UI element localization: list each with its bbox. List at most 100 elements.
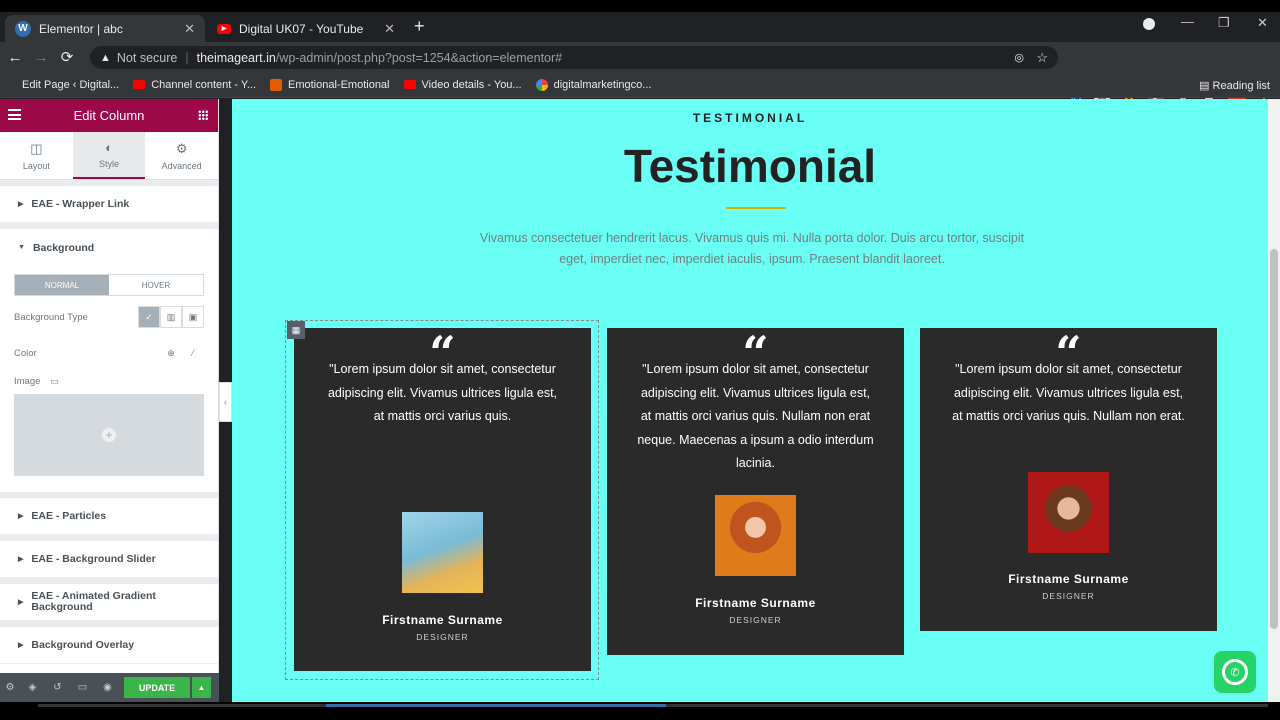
background-type-label: Background Type bbox=[14, 311, 88, 323]
avatar bbox=[402, 512, 483, 593]
testimonial-card[interactable]: “ "Lorem ipsum dolor sit amet, consectet… bbox=[920, 328, 1217, 631]
g-icon bbox=[270, 78, 282, 91]
panel-title: Edit Column bbox=[73, 108, 145, 123]
warning-icon[interactable]: ▲ bbox=[100, 52, 111, 64]
screen-top-strip bbox=[0, 0, 1280, 12]
avatar bbox=[1028, 472, 1109, 553]
quote-icon: “ bbox=[920, 330, 1217, 356]
quote-icon: “ bbox=[294, 330, 591, 356]
whatsapp-icon: ✆ bbox=[1222, 659, 1248, 685]
address-bar-row: ← → ⟳ ▲ Not secure | theimageart.in /wp-… bbox=[0, 42, 1280, 108]
color-label: Color bbox=[14, 347, 37, 359]
page-scrollbar[interactable] bbox=[1268, 99, 1280, 702]
tab-title: Digital UK07 - YouTube bbox=[239, 21, 364, 36]
state-toggle: NORMAL HOVER bbox=[14, 274, 204, 296]
youtube-icon bbox=[403, 80, 416, 89]
gradient-icon[interactable]: ▥ bbox=[160, 306, 182, 328]
caret-right-icon: ▶ bbox=[18, 642, 24, 649]
section-description: Vivamus consectetuer hendrerit lacus. Vi… bbox=[479, 231, 1025, 266]
bookmark-item[interactable]: Edit Page ‹ Digital... bbox=[14, 79, 119, 91]
section-wrapper-link[interactable]: ▶ EAE - Wrapper Link bbox=[0, 186, 218, 223]
brush-icon[interactable]: ✓ bbox=[138, 306, 160, 328]
profile-menu-icon[interactable] bbox=[1143, 18, 1155, 30]
monitor-icon[interactable]: ▭ bbox=[50, 376, 59, 387]
section-background[interactable]: ▼ Background bbox=[0, 229, 218, 266]
close-window-icon[interactable]: ✕ bbox=[1257, 15, 1268, 31]
quote-icon: “ bbox=[607, 330, 904, 356]
caret-down-icon: ▼ bbox=[18, 244, 25, 251]
tab-elementor[interactable]: W Elementor | abc ✕ bbox=[5, 15, 205, 42]
section-title: Testimonial bbox=[623, 140, 877, 192]
tab-layout[interactable]: ◫ Layout bbox=[0, 132, 73, 179]
globe-icon[interactable]: ⊕ bbox=[160, 342, 182, 364]
section-particles[interactable]: ▶ EAE - Particles bbox=[0, 498, 218, 535]
gear-icon: ⚙ bbox=[175, 140, 188, 156]
new-tab-button[interactable]: + bbox=[414, 16, 425, 37]
url-host: theimageart.in bbox=[196, 50, 276, 65]
preview-canvas: TESTIMONIAL Testimonial Vivamus consecte… bbox=[232, 99, 1268, 702]
security-label: Not secure bbox=[116, 50, 178, 65]
bookmark-item[interactable]: Video details - You... bbox=[403, 79, 522, 91]
tab-hover[interactable]: HOVER bbox=[109, 275, 203, 295]
back-icon[interactable]: ← bbox=[2, 49, 28, 66]
image-picker[interactable]: + bbox=[14, 394, 204, 476]
avatar bbox=[715, 495, 796, 576]
eye-icon[interactable]: ◉ bbox=[95, 682, 120, 693]
wordpress-icon bbox=[14, 79, 16, 91]
reading-list-button[interactable]: ▤ Reading list bbox=[1199, 79, 1270, 92]
layers-icon[interactable]: ◈ bbox=[20, 682, 45, 693]
section-background-overlay[interactable]: ▶ Background Overlay bbox=[0, 627, 218, 664]
maximize-icon[interactable]: ❐ bbox=[1218, 15, 1230, 31]
bookmark-item[interactable]: Channel content - Y... bbox=[133, 79, 256, 91]
bookmark-item[interactable]: Emotional-Emotional bbox=[270, 78, 390, 91]
responsive-icon[interactable]: ▭ bbox=[70, 682, 95, 693]
history-icon[interactable]: ↺ bbox=[45, 682, 70, 693]
grid-icon[interactable] bbox=[198, 110, 208, 120]
hamburger-icon[interactable] bbox=[8, 109, 21, 120]
whatsapp-button[interactable]: ✆ bbox=[1214, 651, 1256, 693]
update-button[interactable]: UPDATE bbox=[124, 677, 190, 698]
panel-tabs: ◫ Layout ◐ Style ⚙ Advanced bbox=[0, 132, 218, 180]
person-role: DESIGNER bbox=[416, 632, 469, 642]
close-icon[interactable]: ✕ bbox=[384, 21, 395, 37]
testimonial-text: "Lorem ipsum dolor sit amet, consectetur… bbox=[952, 362, 1185, 423]
tab-normal[interactable]: NORMAL bbox=[15, 275, 109, 295]
column-edit-handle[interactable]: ▦ bbox=[287, 321, 305, 339]
section-background-slider[interactable]: ▶ EAE - Background Slider bbox=[0, 541, 218, 578]
testimonial-card[interactable]: “ "Lorem ipsum dolor sit amet, consectet… bbox=[607, 328, 904, 655]
forward-icon[interactable]: → bbox=[28, 49, 54, 66]
minimize-icon[interactable]: — bbox=[1181, 14, 1194, 29]
tab-title: Elementor | abc bbox=[39, 21, 123, 36]
browser-tab-strip: W Elementor | abc ✕ ▶ Digital UK07 - You… bbox=[0, 12, 1280, 42]
style-icon: ◐ bbox=[105, 140, 113, 155]
close-icon[interactable]: ✕ bbox=[184, 21, 195, 37]
tab-advanced[interactable]: ⚙ Advanced bbox=[145, 132, 218, 179]
wordpress-icon: W bbox=[15, 20, 31, 37]
reload-icon[interactable]: ⟳ bbox=[54, 48, 80, 66]
testimonial-text: "Lorem ipsum dolor sit amet, consectetur… bbox=[637, 362, 874, 470]
tab-youtube[interactable]: ▶ Digital UK07 - YouTube ✕ bbox=[207, 15, 405, 42]
collapse-panel-handle[interactable]: ‹ bbox=[219, 382, 232, 422]
url-field[interactable]: ▲ Not secure | theimageart.in /wp-admin/… bbox=[90, 46, 1058, 69]
bookmark-item[interactable]: digitalmarketingco... bbox=[535, 78, 651, 91]
panel-footer: ⚙ ◈ ↺ ▭ ◉ UPDATE ▲ bbox=[0, 673, 219, 702]
update-options-icon[interactable]: ▲ bbox=[192, 677, 211, 698]
person-name: Firstname Surname bbox=[695, 596, 816, 610]
color-controls: ⊕ ⁄ bbox=[160, 342, 204, 364]
caret-right-icon: ▶ bbox=[18, 513, 24, 520]
bookmarks-bar: Edit Page ‹ Digital... Channel content -… bbox=[0, 72, 1280, 98]
google-icon bbox=[535, 78, 548, 91]
section-animated-gradient[interactable]: ▶ EAE - Animated Gradient Background bbox=[0, 584, 218, 621]
video-icon[interactable]: ▣ bbox=[182, 306, 204, 328]
gear-icon[interactable]: ⚙ bbox=[0, 682, 20, 693]
separator: | bbox=[185, 50, 189, 65]
color-picker-icon[interactable]: ⁄ bbox=[182, 342, 204, 364]
scrollbar-thumb[interactable] bbox=[1270, 249, 1278, 629]
elementor-panel: Edit Column ◫ Layout ◐ Style ⚙ Advanced … bbox=[0, 99, 219, 702]
eye-off-icon[interactable]: ◎ bbox=[1014, 51, 1024, 64]
panel-header: Edit Column bbox=[0, 99, 218, 132]
tab-style[interactable]: ◐ Style bbox=[72, 132, 146, 179]
person-role: DESIGNER bbox=[729, 615, 782, 625]
star-icon[interactable]: ☆ bbox=[1036, 50, 1048, 66]
testimonial-card[interactable]: “ "Lorem ipsum dolor sit amet, consectet… bbox=[294, 328, 591, 671]
